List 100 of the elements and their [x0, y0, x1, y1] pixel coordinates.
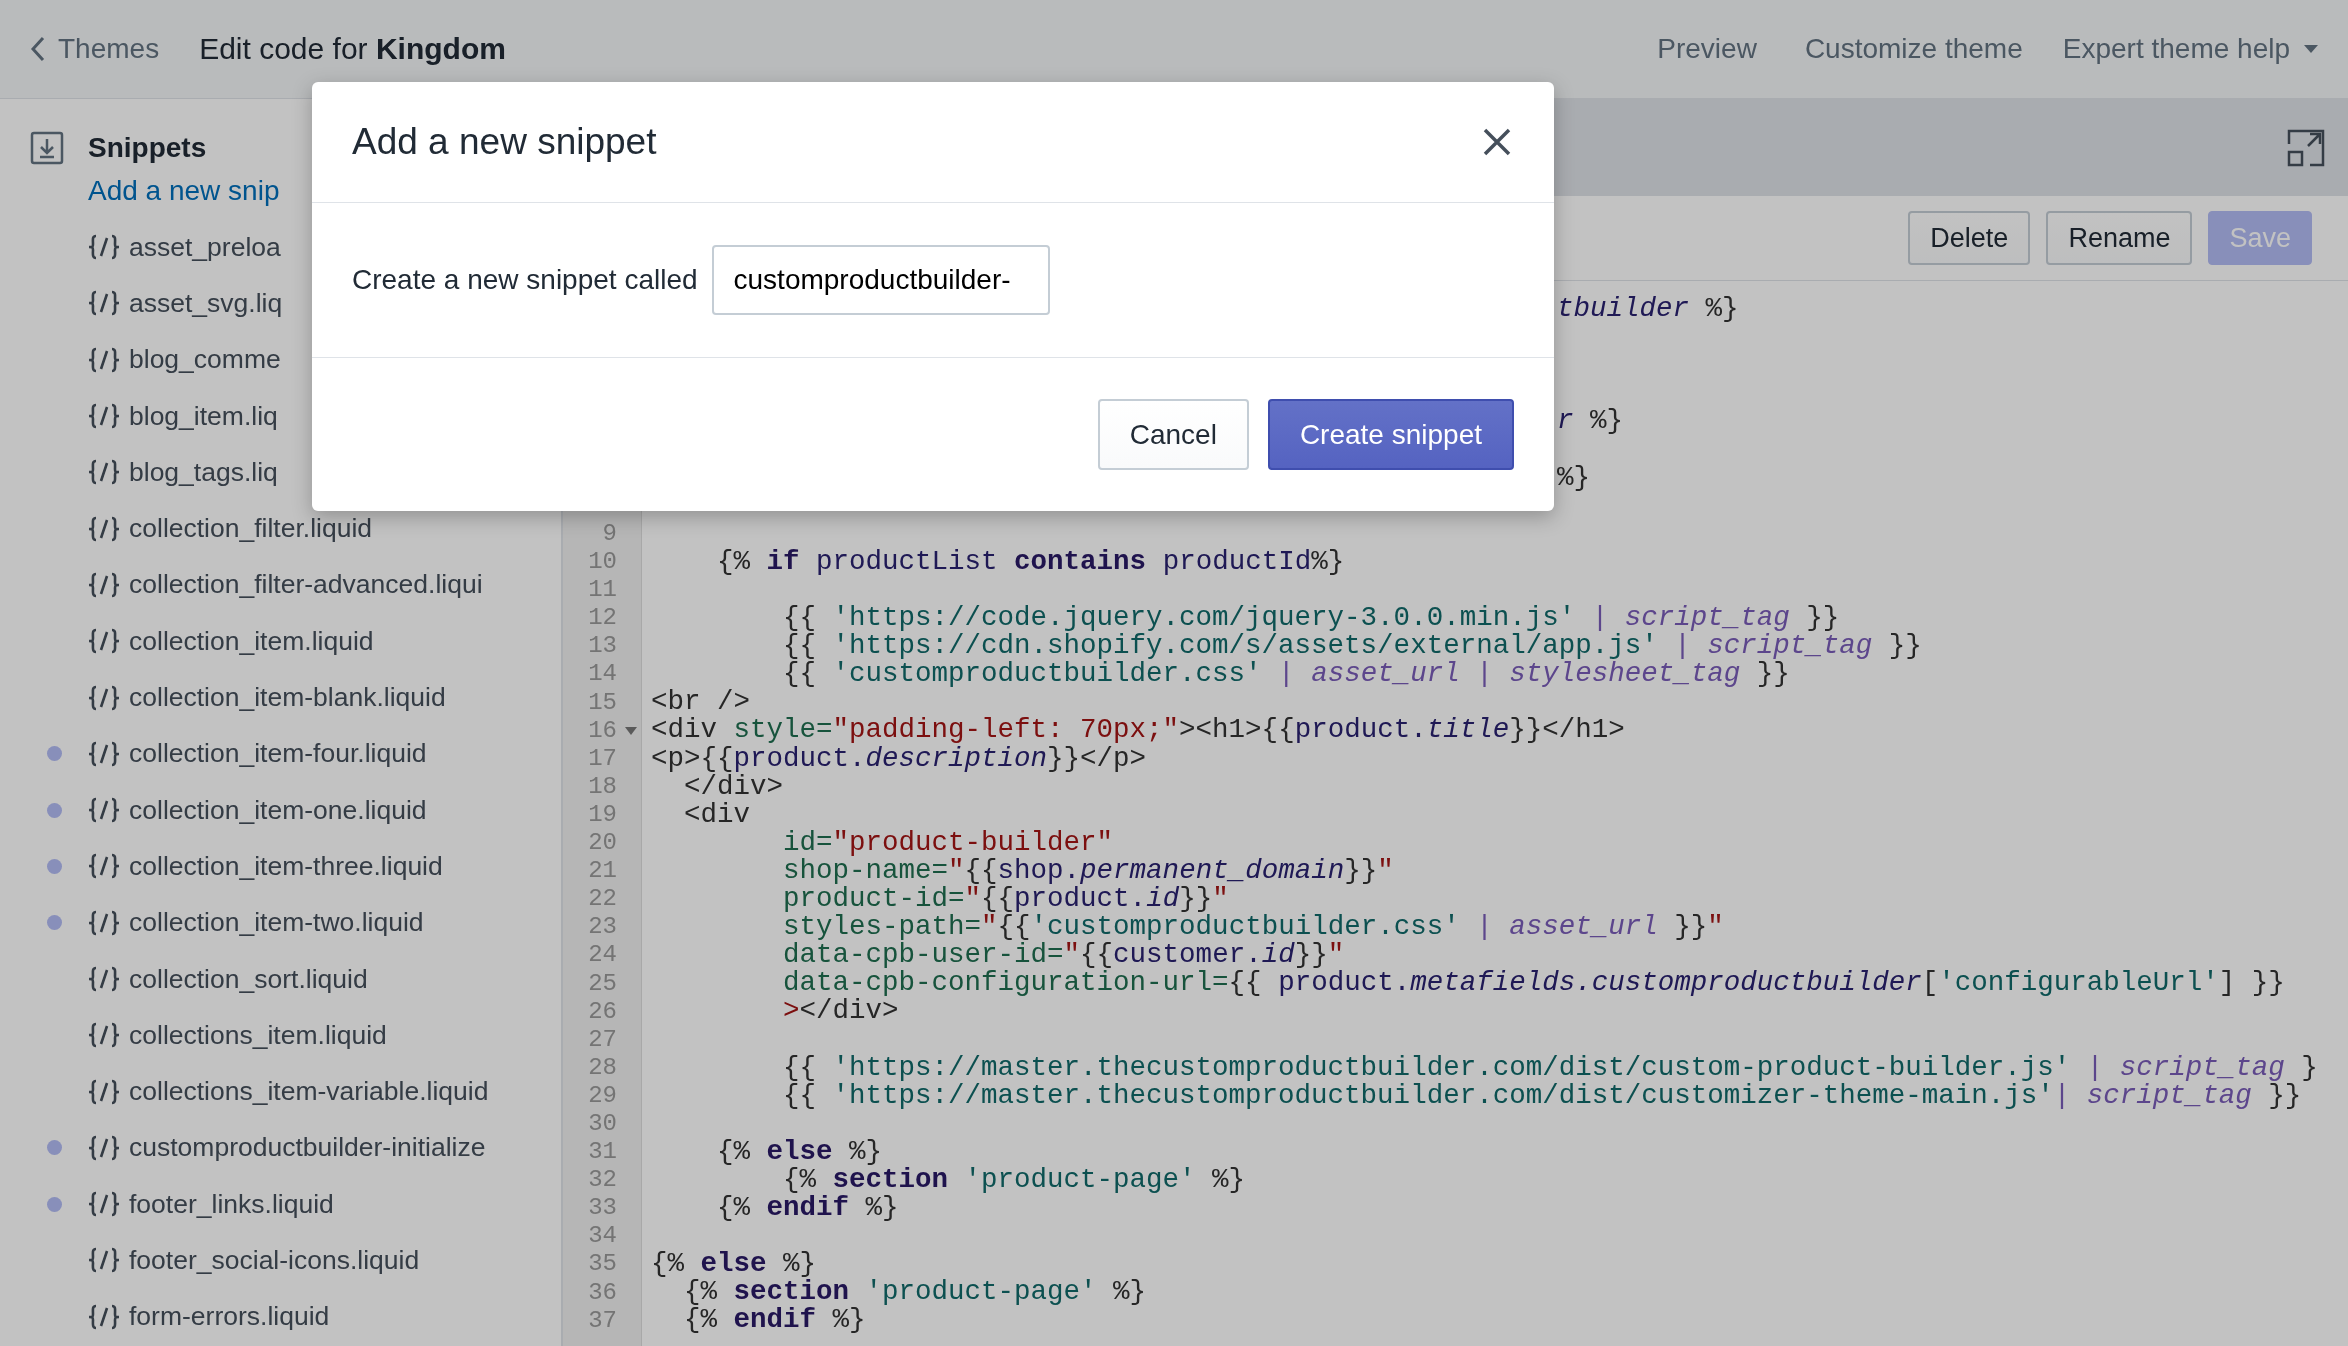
- dialog-title: Add a new snippet: [352, 121, 657, 163]
- code-line: data-cpb-user-id="{{customer.id}}": [782, 941, 1345, 970]
- toolbar-button[interactable]: Delete: [1908, 211, 2031, 265]
- code-file-icon: [87, 739, 121, 768]
- code-file-icon: [87, 570, 121, 599]
- line-number: 12: [588, 604, 617, 633]
- line-number: 18: [588, 772, 617, 801]
- code-file-icon: [87, 233, 121, 262]
- snippet-name-field[interactable]: customproductbuilder-: [711, 245, 1050, 315]
- file-link[interactable]: collection_item.liquid: [129, 625, 374, 657]
- line-number: 19: [588, 800, 617, 830]
- cancel-button[interactable]: Cancel: [1097, 399, 1249, 470]
- fold-arrow-icon[interactable]: [625, 726, 637, 735]
- code-file-icon: [87, 289, 121, 318]
- line-number: 16: [588, 716, 617, 745]
- expand-icon[interactable]: [2286, 127, 2326, 168]
- code-file-icon: [87, 458, 121, 487]
- line-number: 27: [588, 1025, 617, 1054]
- code-line: {{ 'https://cdn.shopify.com/s/assets/external/app.js' | script_tag }}: [782, 632, 1922, 661]
- code-line: <div: [683, 800, 751, 829]
- code-line: styles-path="{{'customproductbuilder.css' | asset_url }}": [782, 913, 1724, 942]
- file-link[interactable]: collection_item-one.liquid: [129, 794, 427, 826]
- code-file-icon: [87, 852, 121, 881]
- help-menu[interactable]: Expert theme help: [2062, 33, 2318, 65]
- code-line: shop-name="{{shop.permanent_domain}}": [782, 856, 1394, 885]
- code-file-icon: [87, 1021, 121, 1050]
- caret-down-icon: [2304, 45, 2318, 53]
- line-number: 20: [588, 829, 617, 858]
- header-link[interactable]: Customize theme: [1804, 33, 2023, 65]
- code-line: <p>{{product.description}}</p>: [651, 744, 1147, 773]
- file-link[interactable]: collections_item-variable.liquid: [129, 1076, 489, 1108]
- file-link[interactable]: collection_filter-advanced.liqui: [129, 569, 483, 601]
- code-file-icon: [87, 1302, 121, 1331]
- chevron-left-icon: [30, 36, 46, 62]
- line-number: 23: [588, 913, 617, 942]
- toolbar-button[interactable]: Rename: [2046, 211, 2193, 265]
- line-number: 24: [588, 941, 617, 970]
- code-line: {% endif %}: [716, 1194, 899, 1223]
- line-number: 34: [588, 1222, 617, 1251]
- back-link[interactable]: Themes: [30, 33, 160, 65]
- file-link[interactable]: blog_comme: [129, 344, 281, 376]
- code-line: id="product-builder": [782, 828, 1114, 857]
- line-number: 10: [588, 548, 617, 577]
- line-number: 14: [588, 660, 617, 689]
- code-line: {{ 'https://code.jquery.com/jquery-3.0.0.min.js' | script_tag }}: [782, 604, 1840, 633]
- code-line: tbuilder %}: [1557, 295, 1739, 324]
- file-link[interactable]: asset_svg.liq: [129, 287, 283, 319]
- code-line: r %}: [1557, 407, 1624, 436]
- line-number: 13: [588, 632, 617, 661]
- line-number: 32: [588, 1166, 617, 1195]
- code-file-icon: [87, 683, 121, 712]
- file-link[interactable]: footer_links.liquid: [129, 1188, 334, 1220]
- code-file-icon: [87, 1077, 121, 1106]
- line-number: 25: [588, 969, 617, 998]
- code-file-icon: [87, 1133, 121, 1162]
- code-file-icon: [87, 965, 121, 993]
- code-line: {% else %}: [716, 1137, 883, 1166]
- file-link[interactable]: blog_item.liq: [129, 400, 278, 432]
- line-number: 31: [588, 1138, 617, 1167]
- file-link[interactable]: footer_social-icons.liquid: [129, 1245, 420, 1276]
- file-link[interactable]: collection_filter.liquid: [129, 513, 373, 545]
- code-line: %}: [1557, 463, 1590, 492]
- line-number: 15: [588, 688, 617, 717]
- file-link[interactable]: collections_item.liquid: [129, 1019, 387, 1051]
- line-number: 11: [588, 576, 617, 605]
- page-title: Edit code for Kingdom: [199, 32, 506, 66]
- file-link[interactable]: blog_tags.liq: [129, 456, 278, 488]
- file-link[interactable]: collection_item-blank.liquid: [129, 682, 446, 713]
- line-number: 37: [588, 1306, 617, 1335]
- file-link[interactable]: collection_item-two.liquid: [129, 907, 424, 939]
- code-line: <div style="padding-left: 70px;"><h1>{{product.title}}</h1>: [651, 716, 1625, 745]
- code-file-icon: [87, 1190, 121, 1219]
- code-line: {% else %}: [651, 1250, 817, 1279]
- file-link[interactable]: asset_preloa: [129, 231, 281, 263]
- header-link[interactable]: Preview: [1657, 33, 1757, 65]
- code-line: ></div>: [782, 997, 899, 1026]
- file-link[interactable]: form-errors.liquid: [129, 1301, 330, 1333]
- code-line: {{ 'customproductbuilder.css' | asset_url | stylesheet_tag }}: [782, 660, 1790, 689]
- code-line: product-id="{{product.id}}": [782, 884, 1229, 914]
- create-button[interactable]: Create snippet: [1267, 399, 1514, 470]
- line-number: 22: [588, 885, 617, 914]
- code-file-icon: [87, 345, 121, 374]
- code-line: {% section 'product-page' %}: [684, 1278, 1147, 1307]
- file-link[interactable]: collection_sort.liquid: [129, 963, 368, 995]
- code-line: {% section 'product-page' %}: [782, 1165, 1246, 1194]
- field-label: Create a new snippet called: [352, 264, 698, 296]
- file-link[interactable]: collection_item-four.liquid: [129, 738, 427, 770]
- code-line: <br />: [651, 688, 751, 717]
- line-number: 17: [588, 744, 617, 773]
- code-file-icon: [87, 796, 121, 825]
- file-link[interactable]: collection_item-three.liquid: [129, 850, 443, 882]
- code-line: {{ 'https://master.thecustomproductbuilder.com/dist/custom-product-builder.js' | script_tag }: [782, 1053, 2318, 1082]
- line-number: 29: [588, 1081, 617, 1110]
- code-file-icon: [87, 908, 121, 937]
- section-heading: Snippets: [88, 132, 207, 164]
- line-number: 9: [602, 520, 617, 549]
- code-file-icon: [87, 1246, 121, 1275]
- file-link[interactable]: customproductbuilder-initialize: [129, 1132, 486, 1164]
- line-number: 35: [588, 1250, 617, 1279]
- folder-download-icon: [30, 131, 64, 165]
